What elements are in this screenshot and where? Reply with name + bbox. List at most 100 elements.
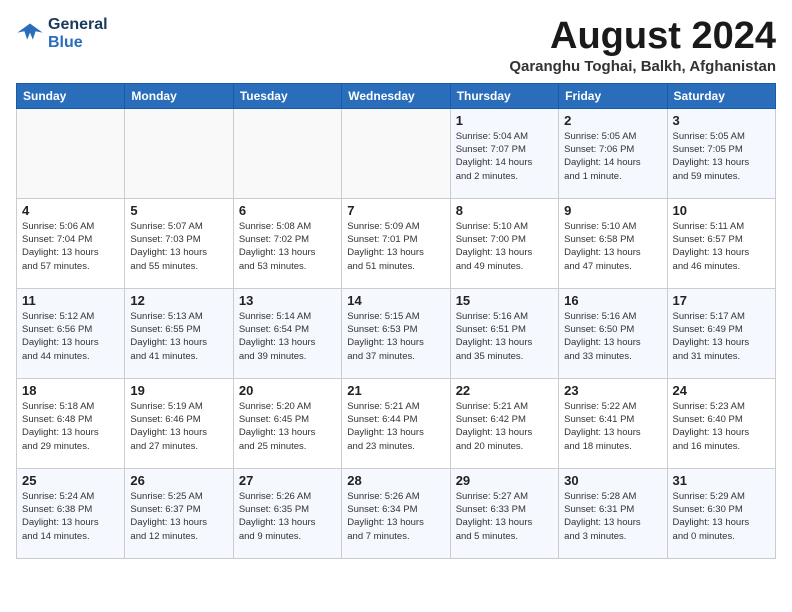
day-info: Sunrise: 5:21 AM Sunset: 6:44 PM Dayligh… — [347, 400, 444, 453]
title-block: August 2024 Qaranghu Toghai, Balkh, Afgh… — [509, 16, 776, 75]
column-header-tuesday: Tuesday — [233, 83, 341, 108]
day-number: 14 — [347, 293, 444, 308]
calendar-header-row: SundayMondayTuesdayWednesdayThursdayFrid… — [17, 83, 776, 108]
column-header-saturday: Saturday — [667, 83, 775, 108]
day-number: 16 — [564, 293, 661, 308]
day-info: Sunrise: 5:13 AM Sunset: 6:55 PM Dayligh… — [130, 310, 227, 363]
calendar-week-row: 25 Sunrise: 5:24 AM Sunset: 6:38 PM Dayli… — [17, 468, 776, 558]
day-number: 12 — [130, 293, 227, 308]
day-info: Sunrise: 5:08 AM Sunset: 7:02 PM Dayligh… — [239, 220, 336, 273]
day-number: 9 — [564, 203, 661, 218]
day-info: Sunrise: 5:25 AM Sunset: 6:37 PM Dayligh… — [130, 490, 227, 543]
day-number: 22 — [456, 383, 553, 398]
logo-text-general: General — [48, 16, 108, 34]
day-number: 21 — [347, 383, 444, 398]
day-info: Sunrise: 5:16 AM Sunset: 6:51 PM Dayligh… — [456, 310, 553, 363]
day-number: 31 — [673, 473, 770, 488]
calendar-cell: 15 Sunrise: 5:16 AM Sunset: 6:51 PM Dayli… — [450, 288, 558, 378]
day-number: 26 — [130, 473, 227, 488]
day-info: Sunrise: 5:26 AM Sunset: 6:34 PM Dayligh… — [347, 490, 444, 543]
day-info: Sunrise: 5:17 AM Sunset: 6:49 PM Dayligh… — [673, 310, 770, 363]
day-info: Sunrise: 5:26 AM Sunset: 6:35 PM Dayligh… — [239, 490, 336, 543]
calendar-cell: 27 Sunrise: 5:26 AM Sunset: 6:35 PM Dayli… — [233, 468, 341, 558]
day-info: Sunrise: 5:10 AM Sunset: 6:58 PM Dayligh… — [564, 220, 661, 273]
calendar-cell: 16Sunrise: 5:16 AM Sunset: 6:50 PM Dayli… — [559, 288, 667, 378]
calendar-cell — [125, 108, 233, 198]
day-info: Sunrise: 5:22 AM Sunset: 6:41 PM Dayligh… — [564, 400, 661, 453]
day-number: 6 — [239, 203, 336, 218]
day-number: 25 — [22, 473, 119, 488]
calendar-week-row: 11Sunrise: 5:12 AM Sunset: 6:56 PM Dayli… — [17, 288, 776, 378]
calendar-cell: 3Sunrise: 5:05 AM Sunset: 7:05 PM Daylig… — [667, 108, 775, 198]
logo-bird-icon — [16, 20, 44, 48]
calendar-cell: 23 Sunrise: 5:22 AM Sunset: 6:41 PM Dayli… — [559, 378, 667, 468]
calendar-cell: 5 Sunrise: 5:07 AM Sunset: 7:03 PM Daylig… — [125, 198, 233, 288]
location-subheading: Qaranghu Toghai, Balkh, Afghanistan — [509, 58, 776, 75]
day-info: Sunrise: 5:24 AM Sunset: 6:38 PM Dayligh… — [22, 490, 119, 543]
calendar-week-row: 4 Sunrise: 5:06 AM Sunset: 7:04 PM Daylig… — [17, 198, 776, 288]
calendar-cell — [17, 108, 125, 198]
calendar-cell: 25 Sunrise: 5:24 AM Sunset: 6:38 PM Dayli… — [17, 468, 125, 558]
calendar-cell: 7Sunrise: 5:09 AM Sunset: 7:01 PM Daylig… — [342, 198, 450, 288]
logo: General Blue — [16, 16, 108, 51]
day-info: Sunrise: 5:23 AM Sunset: 6:40 PM Dayligh… — [673, 400, 770, 453]
calendar-cell: 6 Sunrise: 5:08 AM Sunset: 7:02 PM Daylig… — [233, 198, 341, 288]
day-info: Sunrise: 5:21 AM Sunset: 6:42 PM Dayligh… — [456, 400, 553, 453]
calendar-table: SundayMondayTuesdayWednesdayThursdayFrid… — [16, 83, 776, 559]
day-number: 24 — [673, 383, 770, 398]
day-number: 4 — [22, 203, 119, 218]
calendar-cell: 19Sunrise: 5:19 AM Sunset: 6:46 PM Dayli… — [125, 378, 233, 468]
calendar-cell: 14 Sunrise: 5:15 AM Sunset: 6:53 PM Dayli… — [342, 288, 450, 378]
calendar-week-row: 1Sunrise: 5:04 AM Sunset: 7:07 PM Daylig… — [17, 108, 776, 198]
calendar-cell: 12 Sunrise: 5:13 AM Sunset: 6:55 PM Dayli… — [125, 288, 233, 378]
calendar-cell: 4 Sunrise: 5:06 AM Sunset: 7:04 PM Daylig… — [17, 198, 125, 288]
calendar-cell: 2 Sunrise: 5:05 AM Sunset: 7:06 PM Daylig… — [559, 108, 667, 198]
day-number: 8 — [456, 203, 553, 218]
column-header-sunday: Sunday — [17, 83, 125, 108]
calendar-cell: 26 Sunrise: 5:25 AM Sunset: 6:37 PM Dayli… — [125, 468, 233, 558]
day-info: Sunrise: 5:06 AM Sunset: 7:04 PM Dayligh… — [22, 220, 119, 273]
calendar-cell: 9 Sunrise: 5:10 AM Sunset: 6:58 PM Daylig… — [559, 198, 667, 288]
day-number: 13 — [239, 293, 336, 308]
day-number: 30 — [564, 473, 661, 488]
day-number: 29 — [456, 473, 553, 488]
day-info: Sunrise: 5:20 AM Sunset: 6:45 PM Dayligh… — [239, 400, 336, 453]
day-number: 3 — [673, 113, 770, 128]
logo-text-blue: Blue — [48, 34, 108, 52]
calendar-cell: 24 Sunrise: 5:23 AM Sunset: 6:40 PM Dayli… — [667, 378, 775, 468]
calendar-week-row: 18Sunrise: 5:18 AM Sunset: 6:48 PM Dayli… — [17, 378, 776, 468]
day-number: 23 — [564, 383, 661, 398]
day-number: 19 — [130, 383, 227, 398]
column-header-monday: Monday — [125, 83, 233, 108]
calendar-cell: 21 Sunrise: 5:21 AM Sunset: 6:44 PM Dayli… — [342, 378, 450, 468]
column-header-wednesday: Wednesday — [342, 83, 450, 108]
day-info: Sunrise: 5:05 AM Sunset: 7:06 PM Dayligh… — [564, 130, 661, 183]
day-number: 10 — [673, 203, 770, 218]
day-info: Sunrise: 5:29 AM Sunset: 6:30 PM Dayligh… — [673, 490, 770, 543]
day-number: 11 — [22, 293, 119, 308]
calendar-cell: 29Sunrise: 5:27 AM Sunset: 6:33 PM Dayli… — [450, 468, 558, 558]
day-number: 5 — [130, 203, 227, 218]
day-number: 15 — [456, 293, 553, 308]
day-info: Sunrise: 5:11 AM Sunset: 6:57 PM Dayligh… — [673, 220, 770, 273]
calendar-cell: 11Sunrise: 5:12 AM Sunset: 6:56 PM Dayli… — [17, 288, 125, 378]
column-header-thursday: Thursday — [450, 83, 558, 108]
day-info: Sunrise: 5:14 AM Sunset: 6:54 PM Dayligh… — [239, 310, 336, 363]
calendar-cell: 20Sunrise: 5:20 AM Sunset: 6:45 PM Dayli… — [233, 378, 341, 468]
calendar-cell: 1Sunrise: 5:04 AM Sunset: 7:07 PM Daylig… — [450, 108, 558, 198]
calendar-cell: 13 Sunrise: 5:14 AM Sunset: 6:54 PM Dayli… — [233, 288, 341, 378]
calendar-cell: 30 Sunrise: 5:28 AM Sunset: 6:31 PM Dayli… — [559, 468, 667, 558]
calendar-cell: 22 Sunrise: 5:21 AM Sunset: 6:42 PM Dayli… — [450, 378, 558, 468]
day-number: 27 — [239, 473, 336, 488]
calendar-cell: 18Sunrise: 5:18 AM Sunset: 6:48 PM Dayli… — [17, 378, 125, 468]
day-number: 17 — [673, 293, 770, 308]
calendar-cell — [342, 108, 450, 198]
day-number: 28 — [347, 473, 444, 488]
day-number: 7 — [347, 203, 444, 218]
day-info: Sunrise: 5:18 AM Sunset: 6:48 PM Dayligh… — [22, 400, 119, 453]
day-info: Sunrise: 5:28 AM Sunset: 6:31 PM Dayligh… — [564, 490, 661, 543]
day-info: Sunrise: 5:07 AM Sunset: 7:03 PM Dayligh… — [130, 220, 227, 273]
day-info: Sunrise: 5:15 AM Sunset: 6:53 PM Dayligh… — [347, 310, 444, 363]
day-number: 2 — [564, 113, 661, 128]
day-number: 1 — [456, 113, 553, 128]
